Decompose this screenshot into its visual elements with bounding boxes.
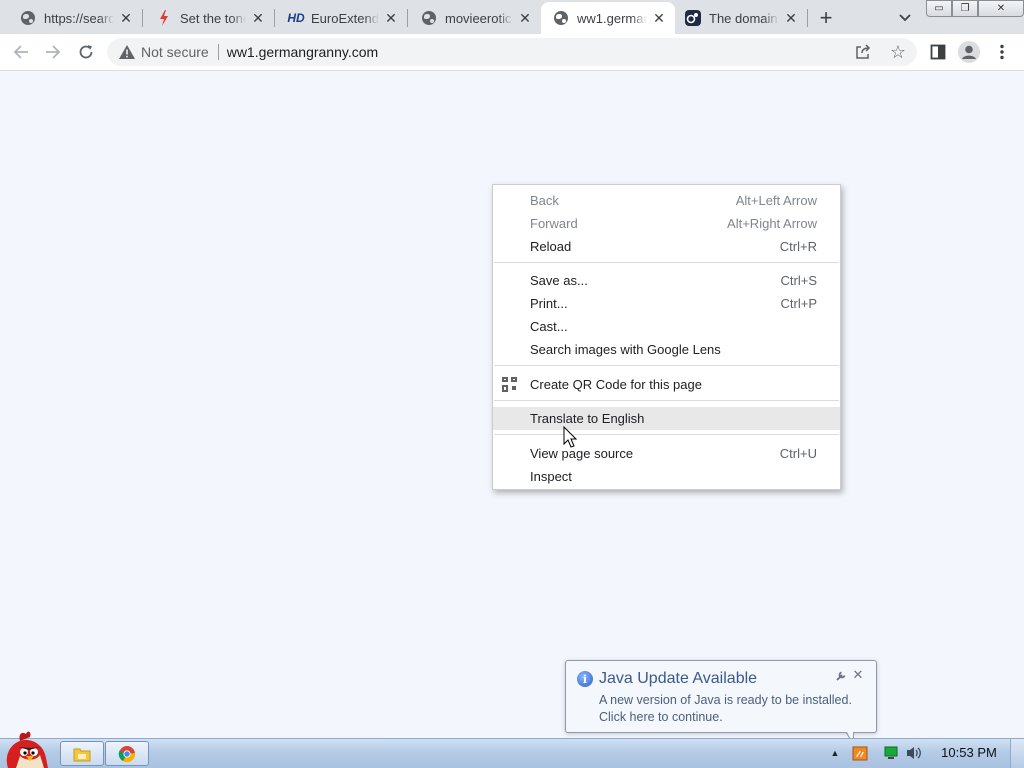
tab-title: https://search <box>44 10 114 26</box>
wrench-icon[interactable] <box>834 669 848 683</box>
menu-item-create-qr-code[interactable]: Create QR Code for this page <box>493 373 840 396</box>
url-text[interactable]: ww1.germangranny.com <box>227 44 378 60</box>
side-panel-icon[interactable] <box>926 40 950 64</box>
globe-icon <box>553 10 569 26</box>
menu-item-forward[interactable]: Forward Alt+Right Arrow <box>493 212 840 235</box>
network-tray-icon[interactable] <box>882 744 900 762</box>
security-status-label[interactable]: Not secure <box>141 44 209 60</box>
menu-item-label: Reload <box>530 239 572 254</box>
java-update-tray-icon[interactable] <box>851 744 869 762</box>
menu-item-label: Cast... <box>530 319 568 334</box>
share-icon[interactable] <box>854 43 872 61</box>
menu-separator <box>494 262 839 263</box>
qr-code-icon <box>502 377 517 392</box>
show-desktop-button[interactable] <box>1010 739 1024 768</box>
menu-item-label: Back <box>530 193 559 208</box>
tab-1[interactable]: https://search ✕ <box>0 2 142 34</box>
menu-item-shortcut: Ctrl+R <box>779 239 817 254</box>
menu-separator <box>494 434 839 435</box>
menu-item-back[interactable]: Back Alt+Left Arrow <box>493 189 840 212</box>
menu-item-label: Translate to English <box>530 411 645 426</box>
menu-item-label: Inspect <box>530 469 572 484</box>
tab-6[interactable]: The domain ✕ <box>675 2 807 34</box>
info-icon: i <box>577 671 593 687</box>
tab-3[interactable]: HD EuroExtended ✕ <box>274 2 407 34</box>
menu-separator <box>494 400 839 401</box>
omnibox-divider <box>217 44 219 60</box>
tab-5-active[interactable]: ww1.germangranny.com ✕ <box>541 2 675 34</box>
menu-item-label: Forward <box>530 216 578 231</box>
globe-icon <box>20 10 36 26</box>
context-menu: Back Alt+Left Arrow Forward Alt+Right Ar… <box>492 184 841 490</box>
tab-close-icon[interactable]: ✕ <box>651 10 667 26</box>
tab-title: The domain <box>709 10 778 26</box>
profile-avatar-icon[interactable] <box>957 40 981 64</box>
mouse-pointer-icon <box>563 425 579 450</box>
menu-item-inspect[interactable]: Inspect <box>493 465 840 488</box>
menu-item-label: View page source <box>530 446 634 461</box>
java-update-notification[interactable]: i Java Update Available A new version of… <box>565 660 877 747</box>
start-button-angry-bird-icon[interactable] <box>0 728 50 768</box>
tab-close-icon[interactable]: ✕ <box>250 10 266 26</box>
tab-close-icon[interactable]: ✕ <box>517 10 533 26</box>
kebab-menu-icon[interactable] <box>990 40 1014 64</box>
back-arrow-icon[interactable] <box>8 39 34 65</box>
tab-2[interactable]: Set the tone ✕ <box>142 2 274 34</box>
tab-title: Set the tone <box>180 10 246 26</box>
forward-arrow-icon[interactable] <box>40 39 66 65</box>
new-tab-plus-icon[interactable]: + <box>814 6 838 30</box>
hd-icon: HD <box>287 11 305 25</box>
globe-icon <box>421 10 437 26</box>
menu-item-cast[interactable]: Cast... <box>493 315 840 338</box>
notification-line-1: A new version of Java is ready to be ins… <box>599 693 852 707</box>
reload-icon[interactable] <box>73 39 99 65</box>
menu-item-shortcut: Alt+Left Arrow <box>735 193 817 208</box>
tab-title: ww1.germangranny.com <box>577 10 647 26</box>
taskbar-file-explorer-icon[interactable] <box>60 741 104 766</box>
minimize-icon[interactable]: ▭ <box>926 0 952 17</box>
tab-close-icon[interactable]: ✕ <box>383 10 399 26</box>
tab-title: EuroExtended <box>311 10 379 26</box>
menu-item-label: Search images with Google Lens <box>530 342 721 357</box>
dark-globe-icon <box>685 10 701 26</box>
tab-close-icon[interactable]: ✕ <box>783 10 799 26</box>
restore-icon[interactable]: ❐ <box>952 0 978 17</box>
tab-title: movieerotic <box>445 10 512 26</box>
bookmark-star-icon[interactable]: ☆ <box>887 41 909 63</box>
taskbar-clock[interactable]: 10:53 PM <box>936 745 1002 760</box>
menu-item-print[interactable]: Print... Ctrl+P <box>493 292 840 315</box>
menu-item-label: Save as... <box>530 273 588 288</box>
menu-item-save-as[interactable]: Save as... Ctrl+S <box>493 269 840 292</box>
menu-item-view-source[interactable]: View page source Ctrl+U <box>493 442 840 465</box>
tray-expand-arrow-icon[interactable]: ▲ <box>830 748 840 758</box>
taskbar-chrome-icon[interactable] <box>105 741 149 766</box>
tab-separator <box>807 9 808 27</box>
menu-item-reload[interactable]: Reload Ctrl+R <box>493 235 840 258</box>
tab-4[interactable]: movieerotic ✕ <box>407 2 541 34</box>
red-bolt-icon <box>156 10 172 26</box>
menu-item-label: Print... <box>530 296 568 311</box>
menu-item-shortcut: Ctrl+S <box>780 273 817 288</box>
window-close-icon[interactable]: ✕ <box>978 0 1024 17</box>
taskbar <box>0 738 1024 768</box>
volume-tray-icon[interactable] <box>905 744 923 762</box>
menu-item-shortcut: Ctrl+P <box>780 296 817 311</box>
menu-item-google-lens[interactable]: Search images with Google Lens <box>493 338 840 361</box>
notification-title: Java Update Available <box>599 670 758 687</box>
window-controls: ▭ ❐ ✕ <box>926 0 1024 18</box>
notification-line-2[interactable]: Click here to continue. <box>599 710 723 724</box>
tab-search-chevron-icon[interactable] <box>895 8 915 28</box>
tab-close-icon[interactable]: ✕ <box>118 10 134 26</box>
menu-item-translate[interactable]: Translate to English <box>493 407 840 430</box>
menu-item-shortcut: Ctrl+U <box>779 446 817 461</box>
notification-close-icon[interactable]: ✕ <box>851 667 865 682</box>
menu-separator <box>494 365 839 366</box>
menu-item-shortcut: Alt+Right Arrow <box>727 216 817 231</box>
warning-triangle-icon[interactable] <box>119 44 135 60</box>
address-bar[interactable]: Not secure ww1.germangranny.com ☆ <box>107 38 917 66</box>
menu-item-label: Create QR Code for this page <box>530 377 702 392</box>
